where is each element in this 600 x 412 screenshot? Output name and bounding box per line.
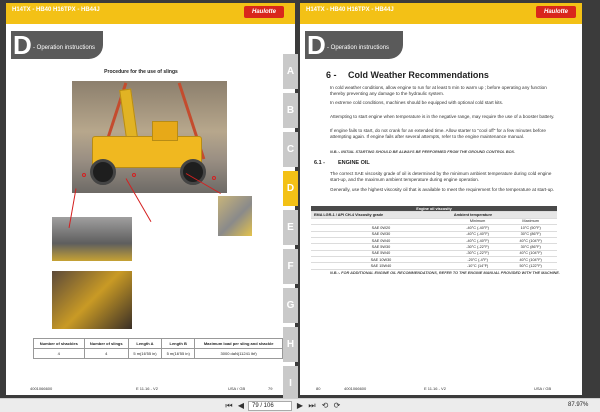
table-row: SAE 15W40 -10°C (14°F) 50°C (122°F) [311,262,557,270]
subsection-title: 6.1 - ENGINE OIL [314,160,370,166]
machine-lifting-photo [72,81,227,193]
header-models: H14TX - HB40 H16TPX - HB44J [12,7,100,13]
paragraph: In cold weather conditions, allow engine… [330,85,547,96]
table-cell: -10°C (14°F) [450,262,505,270]
col-header: Length A [127,338,163,349]
table-row: 4 4 5 m(16'55 in) 5 m(16'55 in) 3000 daN… [33,348,283,359]
sling-attachment-photo [52,217,132,261]
tab-b[interactable]: B [283,93,298,128]
page-80: H14TX - HB40 H16TPX - HB44J Haulotte D -… [300,3,582,395]
chapter-title: - Operation instructions [327,45,390,51]
paragraph: If engine fails to start, do not crank f… [330,128,546,139]
tab-g[interactable]: G [283,288,298,323]
tab-f[interactable]: F [283,249,298,284]
page-header-bar: H14TX - HB40 H16TPX - HB44J Haulotte [6,3,295,24]
section-title: 6 - Cold Weather Recommendations [326,70,489,80]
note: N.B.:- FOR ADDITIONAL ENGINE OIL RECOMME… [330,271,560,275]
language: USA / GB [228,386,246,391]
col-header: Number of shackles [33,338,85,349]
page-79: H14TX - HB40 H16TPX - HB44J Haulotte D -… [6,3,295,395]
chapter-heading: D - Operation instructions [305,31,403,59]
tab-d[interactable]: D [283,171,298,206]
doc-code: 4001066600 [344,386,367,391]
col-header: Maximum load per sling and shackle [194,338,283,349]
last-page-button[interactable]: ⏭ [307,401,317,411]
edition: E 11.16 - V2 [136,386,158,391]
table-cell: 3000 daN(11241 lbf) [194,348,283,359]
edition: E 11.16 - V2 [424,386,446,391]
shackle-detail-photo [218,196,252,236]
header-models: H14TX - HB40 H16TPX - HB44J [306,7,394,13]
page-number: 79 [268,386,273,391]
col-header: Length B [161,338,196,349]
page-number-input[interactable]: 79 / 106 [248,401,292,411]
subsection-title-text: ENGINE OIL [338,160,370,166]
document-viewer[interactable]: H14TX - HB40 H16TPX - HB44J Haulotte D -… [0,0,600,401]
next-page-button[interactable]: ▶ [295,401,305,411]
page-header-bar: H14TX - HB40 H16TPX - HB44J Haulotte [300,3,582,24]
previous-page-button[interactable]: ◀ [236,401,246,411]
paragraph: Generally, use the highest viscosity oil… [330,187,555,192]
chapter-heading: D - Operation instructions [11,31,103,59]
paragraph: The correct SAE viscosity grade of oil i… [330,171,552,182]
turret-detail-photo [52,271,132,329]
chapter-title: - Operation instructions [33,45,96,51]
page-number: 80 [316,386,321,391]
sling-specs-table: Number of shackles Number of slings Leng… [33,338,283,359]
table-cell: 50°C (122°F) [504,262,557,270]
note: N.B.:- INITIAL STARTING SHOULD BE ALWAYS… [330,150,516,154]
section-title-text: Cold Weather Recommendations [348,70,489,80]
tab-a[interactable]: A [283,54,298,89]
first-page-button[interactable]: ⏮ [224,401,234,411]
tab-e[interactable]: E [283,210,298,245]
section-number: 6 - [326,70,337,80]
viewer-statusbar: ⏮ ◀ 79 / 106 ▶ ⏭ ⟲ ⟳ 87.97% [0,398,600,412]
tab-i[interactable]: I [283,366,298,401]
procedure-title: Procedure for the use of slings [104,69,178,75]
paragraph: Attempting to start engine when temperat… [330,114,555,119]
doc-code: 4001066600 [30,386,53,391]
chapter-letter: D [307,30,326,60]
oil-viscosity-table: Engine oil viscosity EMA LGR-1 / API CH-… [311,206,557,270]
chapter-tabs: A B C D E F G H I [283,54,298,405]
paragraph: In extreme cold conditions, machines sho… [330,100,504,105]
table-cell: 4 [83,348,129,359]
col-header: Number of slings [83,338,129,349]
tab-h[interactable]: H [283,327,298,362]
table-cell: 5 m(16'55 in) [161,348,196,359]
table-cell: SAE 15W40 [311,262,451,270]
table-cell: 4 [33,348,85,359]
subsection-number: 6.1 - [314,160,326,166]
table-cell: 5 m(16'55 in) [127,348,163,359]
tab-c[interactable]: C [283,132,298,167]
forward-view-icon[interactable]: ⟳ [332,401,342,411]
back-view-icon[interactable]: ⟲ [320,401,330,411]
haulotte-logo: Haulotte [536,6,576,18]
language: USA / GB [534,386,552,391]
haulotte-logo: Haulotte [244,6,284,18]
chapter-letter: D [13,30,32,60]
zoom-level[interactable]: 87.97% [568,402,588,408]
